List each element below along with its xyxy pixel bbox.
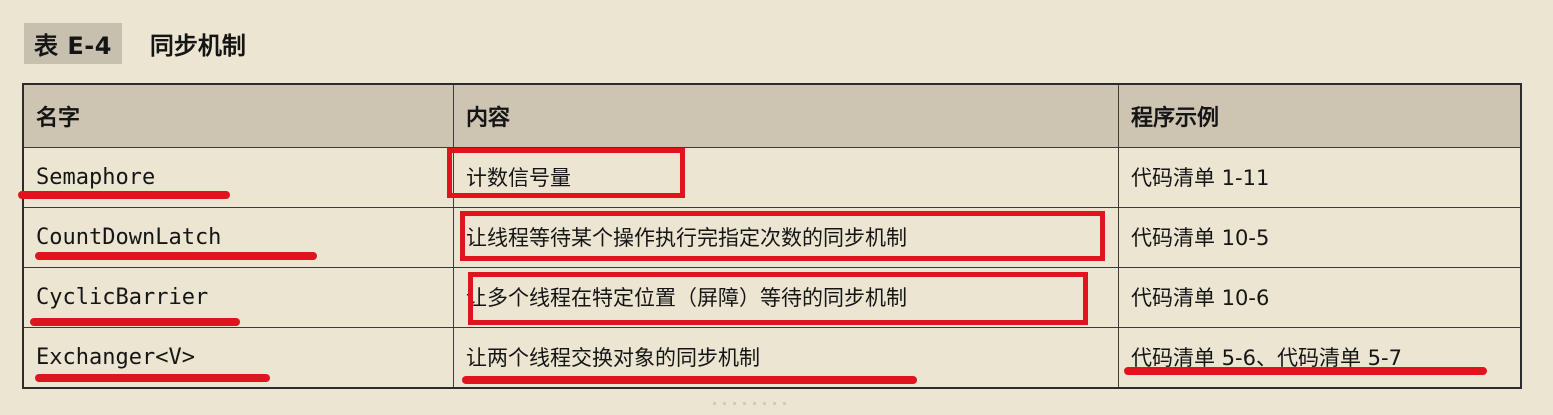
countdownlatch-underline <box>35 252 317 260</box>
cyclicbarrier-underline <box>30 318 240 326</box>
row-example: 代码清单 10-5 <box>1131 226 1270 250</box>
content-underline <box>462 376 917 384</box>
header-example: 程序示例 <box>1131 106 1220 131</box>
table-title: 同步机制 <box>149 31 246 60</box>
cyclicbarrier-content-highlight <box>468 272 1088 325</box>
row-example: 代码清单 10-6 <box>1131 286 1270 310</box>
table-number-label: 表 E-4 <box>24 22 122 64</box>
header-content: 内容 <box>454 85 1119 147</box>
table-row: Semaphore 计数信号量 代码清单 1-11 <box>24 147 1520 208</box>
row-example: 代码清单 1-11 <box>1131 166 1270 190</box>
semaphore-underline <box>18 191 230 199</box>
example-underline <box>1124 367 1487 375</box>
countdownlatch-content-highlight <box>460 211 1105 261</box>
header-name: 名字 <box>24 85 454 147</box>
semaphore-content-highlight <box>447 148 685 198</box>
table-caption: 表 E-4 同步机制 <box>24 22 246 64</box>
row-example: 代码清单 5-6、代码清单 5-7 <box>1131 346 1402 370</box>
table-header-row: 名字 内容 程序示例 <box>24 85 1520 148</box>
faint-page-marks <box>713 402 793 405</box>
exchanger-underline <box>35 374 270 382</box>
